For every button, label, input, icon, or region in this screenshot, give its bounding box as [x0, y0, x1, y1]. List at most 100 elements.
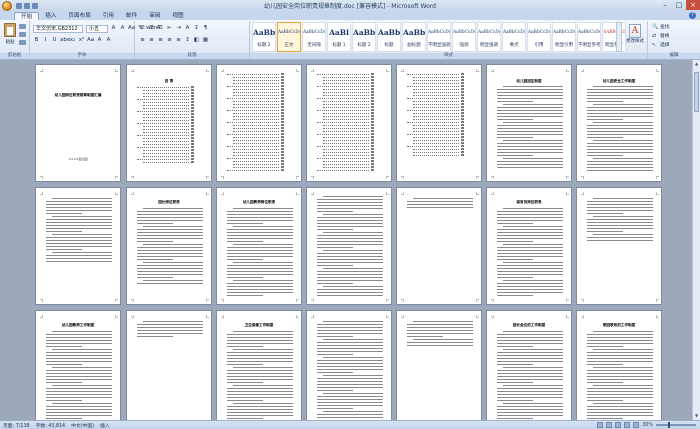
style-item-1[interactable]: AaBbCcDc 正文 [277, 22, 301, 52]
document-page[interactable]: 家园联系的工作制度 [576, 310, 662, 420]
maximize-button[interactable]: □ [672, 0, 686, 10]
language-status[interactable]: 中文(中国) [71, 422, 94, 429]
document-page[interactable] [576, 187, 662, 305]
edit-select-button[interactable]: ↖ 选择 [652, 41, 670, 49]
document-page[interactable] [306, 310, 392, 420]
para-tool-b-3[interactable]: ≡ [166, 37, 173, 44]
document-page[interactable] [396, 187, 482, 305]
zoom-slider[interactable] [656, 422, 696, 428]
document-page[interactable]: 幼儿园招生制度 [486, 64, 572, 182]
style-item-14[interactable]: AABBCCDC明显参考 [602, 22, 626, 52]
close-button[interactable]: × [686, 0, 700, 10]
style-item-11[interactable]: AaBbCcDc 引用 [527, 22, 551, 52]
font-size-select[interactable]: 小五 [86, 25, 108, 33]
document-area[interactable]: 幼儿园岗位职责规章制度汇编 ××××幼儿园 目 录 幼儿园招生制度 幼儿园安全工作制度园… [0, 60, 692, 420]
document-page[interactable]: 园长岗位职责 [126, 187, 212, 305]
style-item-4[interactable]: AaBb 标题 2 [352, 22, 376, 52]
edit-find-button[interactable]: 🔍 查找 [652, 23, 670, 31]
font-name-select[interactable]: 华文仿宋,GB2312 [33, 25, 83, 33]
print-layout-icon[interactable] [597, 422, 604, 428]
scroll-thumb[interactable] [694, 72, 699, 112]
font-tool-b-4[interactable]: x₂ [69, 37, 76, 44]
font-tool-b-8[interactable]: A [105, 37, 112, 44]
change-styles-button[interactable]: A 更改样式 [625, 24, 645, 44]
style-item-5[interactable]: AaBbC 标题 [377, 22, 401, 52]
font-tool-a-1[interactable]: A [119, 25, 126, 32]
style-item-8[interactable]: AaBbCcDc 强调 [452, 22, 476, 52]
para-tool-a-6[interactable]: ↕ [193, 25, 200, 32]
font-tool-b-7[interactable]: A [96, 37, 103, 44]
para-tool-a-3[interactable]: ⇤ [166, 25, 173, 32]
document-page[interactable]: 卫生保健工作制度 [216, 310, 302, 420]
style-item-10[interactable]: AaBbCcDc 要点 [502, 22, 526, 52]
document-page[interactable] [396, 64, 482, 182]
font-tool-b-3[interactable]: abe [60, 37, 70, 44]
para-tool-b-6[interactable]: ◧ [193, 37, 200, 44]
style-item-9[interactable]: AaBbCcDc 明显强调 [477, 22, 501, 52]
vertical-scrollbar[interactable]: ▲ ▼ [692, 60, 700, 420]
tab-1[interactable]: 插入 [39, 12, 62, 20]
document-page[interactable]: 幼儿园岗位职责规章制度汇编 ××××幼儿园 [35, 64, 121, 182]
document-page[interactable] [306, 187, 392, 305]
para-tool-a-1[interactable]: ☰ [148, 25, 155, 32]
para-tool-a-7[interactable]: ¶ [202, 25, 209, 32]
tab-4[interactable]: 邮件 [120, 12, 143, 20]
tab-0[interactable]: 开始 [14, 12, 40, 20]
font-tool-b-5[interactable]: x² [78, 37, 85, 44]
para-tool-b-0[interactable]: ≡ [139, 37, 146, 44]
document-page[interactable] [126, 310, 212, 420]
style-item-2[interactable]: AaBbCcDc 无间隔 [302, 22, 326, 52]
document-page[interactable] [35, 187, 121, 305]
page-count[interactable]: 页面: 7/138 [3, 422, 30, 429]
tab-2[interactable]: 页面布局 [62, 12, 96, 20]
tab-5[interactable]: 审阅 [143, 12, 166, 20]
style-item-6[interactable]: AaBbC 副标题 [402, 22, 426, 52]
styles-scroll[interactable] [616, 22, 622, 52]
document-page[interactable]: 目 录 [126, 64, 212, 182]
scroll-down-icon[interactable]: ▼ [694, 413, 699, 419]
full-screen-icon[interactable] [606, 422, 613, 428]
para-tool-a-4[interactable]: ⇥ [175, 25, 182, 32]
document-page[interactable]: 幼儿园教师工作制度 [35, 310, 121, 420]
help-icon[interactable]: ? [689, 12, 696, 19]
web-layout-icon[interactable] [615, 422, 622, 428]
style-item-13[interactable]: AaBbCcDc 不明显参考 [577, 22, 601, 52]
font-tool-a-0[interactable]: A [110, 25, 117, 32]
outline-icon[interactable] [624, 422, 631, 428]
para-tool-b-7[interactable]: ▦ [202, 37, 209, 44]
insert-mode[interactable]: 插入 [100, 422, 110, 429]
document-page[interactable] [306, 64, 392, 182]
font-tool-b-1[interactable]: I [42, 37, 49, 44]
font-tool-b-0[interactable]: B [33, 37, 40, 44]
para-tool-b-2[interactable]: ≡ [157, 37, 164, 44]
document-page[interactable]: 保育员岗位职责 [486, 187, 572, 305]
word-count[interactable]: 字数: 43,814 [36, 422, 66, 429]
para-tool-a-0[interactable]: ☰ [139, 25, 146, 32]
document-page[interactable]: 园长会议的工作制度 [486, 310, 572, 420]
para-tool-a-2[interactable]: ☰ [157, 25, 164, 32]
cut-icon[interactable] [19, 24, 26, 29]
tab-6[interactable]: 视图 [166, 12, 189, 20]
para-tool-b-1[interactable]: ≡ [148, 37, 155, 44]
document-page[interactable] [216, 64, 302, 182]
minimize-button[interactable]: – [658, 0, 672, 10]
style-item-3[interactable]: AaBl 标题 1 [327, 22, 351, 52]
para-tool-b-5[interactable]: ↕ [184, 37, 191, 44]
para-tool-a-5[interactable]: A [184, 25, 191, 32]
style-item-7[interactable]: AaBbCcDc 不明显强调 [427, 22, 451, 52]
tab-3[interactable]: 引用 [97, 12, 120, 20]
font-tool-b-2[interactable]: U [51, 37, 58, 44]
document-page[interactable]: 幼儿园教师岗位职责 [216, 187, 302, 305]
document-page[interactable]: 幼儿园安全工作制度 [576, 64, 662, 182]
format-painter-icon[interactable] [19, 40, 26, 45]
edit-replace-button[interactable]: ⇄ 替换 [652, 32, 670, 40]
para-tool-b-4[interactable]: ≡ [175, 37, 182, 44]
style-item-0[interactable]: AaBbC 标题 2 [252, 22, 276, 52]
zoom-level[interactable]: 30% [642, 423, 653, 428]
draft-icon[interactable] [633, 422, 640, 428]
document-page[interactable] [396, 310, 482, 420]
font-tool-b-6[interactable]: Aa [87, 37, 94, 44]
scroll-up-icon[interactable]: ▲ [694, 61, 699, 67]
copy-icon[interactable] [19, 32, 26, 37]
font-tool-a-2[interactable]: Aa [128, 25, 135, 32]
